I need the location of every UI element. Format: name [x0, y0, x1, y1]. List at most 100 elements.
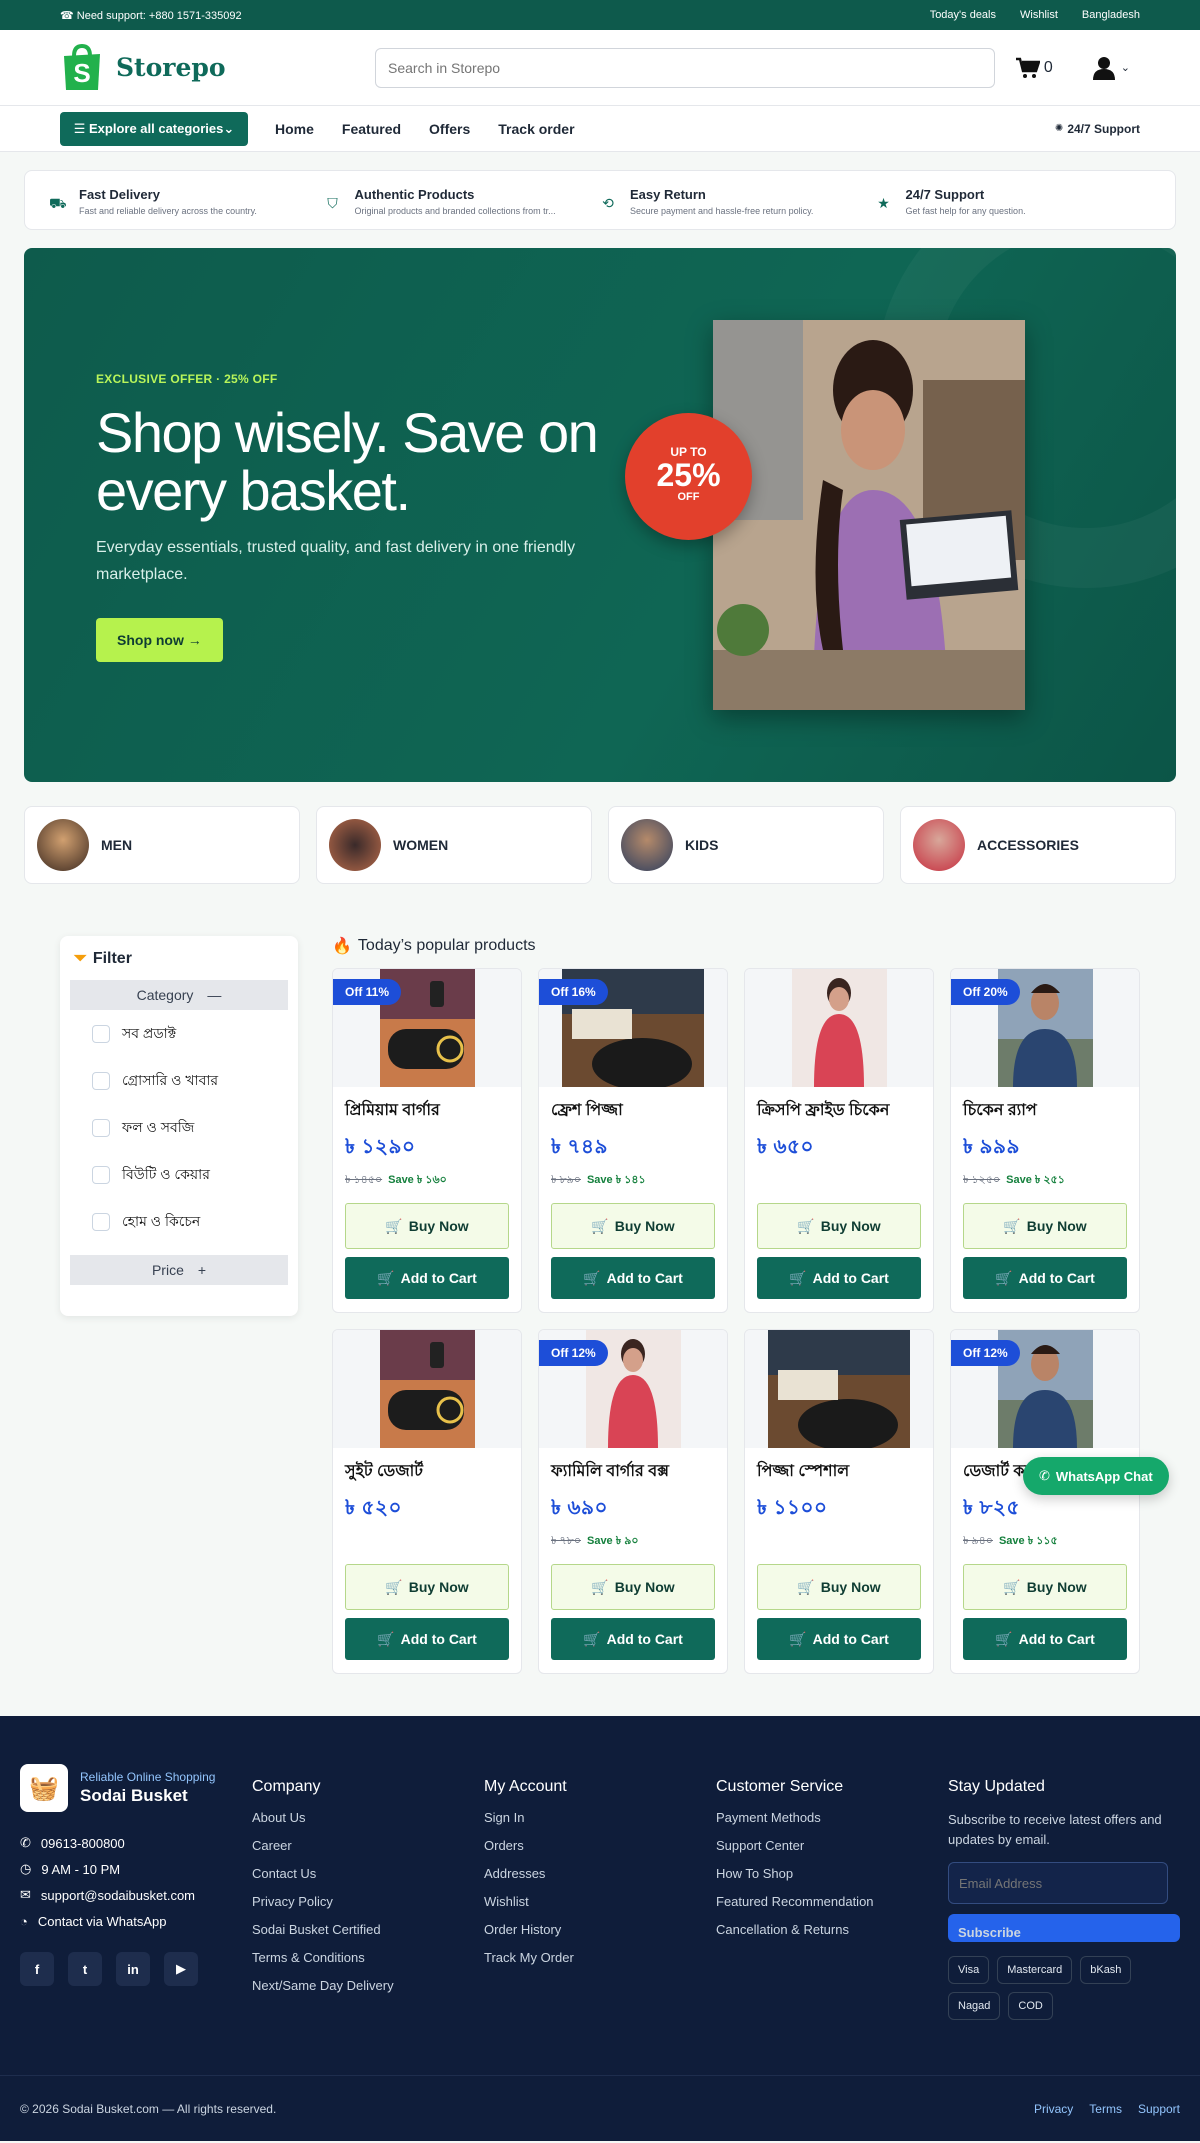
- buy-now-button[interactable]: 🛒 Buy Now: [757, 1564, 921, 1610]
- logo[interactable]: S Storepo: [60, 43, 375, 92]
- footer-link[interactable]: About Us: [252, 1810, 484, 1838]
- price-section-toggle[interactable]: Price +: [70, 1255, 288, 1285]
- buy-now-button[interactable]: 🛒 Buy Now: [551, 1564, 715, 1610]
- nav-featured[interactable]: Featured: [342, 121, 401, 137]
- footer-link[interactable]: Next/Same Day Delivery: [252, 1978, 484, 2006]
- footer-link[interactable]: Privacy Policy: [252, 1894, 484, 1922]
- youtube-icon[interactable]: ▶: [164, 1952, 198, 1986]
- buy-now-button[interactable]: 🛒 Buy Now: [345, 1203, 509, 1249]
- subscribe-button[interactable]: Subscribe: [948, 1914, 1180, 1942]
- product-card[interactable]: ক্রিসপি ফ্রাইড চিকেন ৳ ৬৫০ 🛒 Buy Now 🛒 Add to…: [744, 968, 934, 1313]
- fire-icon: 🔥: [332, 938, 352, 955]
- footer-link[interactable]: Addresses: [484, 1866, 716, 1894]
- buy-now-button[interactable]: 🛒 Buy Now: [551, 1203, 715, 1249]
- category-kids[interactable]: KIDS: [608, 806, 884, 884]
- filter-option[interactable]: গ্রোসারি ও খাবার: [70, 1057, 288, 1104]
- product-name[interactable]: প্রিমিয়াম বার্গার: [345, 1097, 521, 1124]
- product-card[interactable]: পিজ্জা স্পেশাল ৳ ১১০০ 🛒 Buy Now 🛒 Add to Cart: [744, 1329, 934, 1674]
- product-image[interactable]: [745, 1330, 933, 1448]
- product-name[interactable]: ফ্রেশ পিজ্জা: [551, 1097, 727, 1124]
- twitter-icon[interactable]: t: [68, 1952, 102, 1986]
- product-card[interactable]: সুইট ডেজার্ট ৳ ৫২০ 🛒 Buy Now 🛒 Add to Cart: [332, 1329, 522, 1674]
- wishlist-link[interactable]: Wishlist: [1020, 9, 1058, 21]
- footer-link[interactable]: Career: [252, 1838, 484, 1866]
- add-to-cart-button[interactable]: 🛒 Add to Cart: [757, 1618, 921, 1660]
- feature-support: ★ 24/7 Support Get fast help for any ques…: [876, 185, 1152, 216]
- footer-link[interactable]: Cancellation & Returns: [716, 1922, 948, 1950]
- add-to-cart-button[interactable]: 🛒 Add to Cart: [963, 1618, 1127, 1660]
- explore-categories-button[interactable]: ☰ Explore all categories⌄: [60, 111, 248, 146]
- category-section-toggle[interactable]: Category —: [70, 980, 288, 1010]
- checkbox[interactable]: [92, 1165, 110, 1184]
- product-card[interactable]: Off 12% ডেজার্ট কম ৳ ৮২৫ ৳ ৯৪০ Save ৳ ১১৫ 🛒 Bu…: [950, 1329, 1140, 1674]
- whatsapp-chat-button[interactable]: ✆ WhatsApp Chat: [1023, 1457, 1169, 1495]
- footer-link[interactable]: Contact Us: [252, 1866, 484, 1894]
- footer-link[interactable]: Terms & Conditions: [252, 1950, 484, 1978]
- add-to-cart-button[interactable]: 🛒 Add to Cart: [551, 1618, 715, 1660]
- footer-link[interactable]: Orders: [484, 1838, 716, 1866]
- search-input[interactable]: [375, 47, 995, 88]
- product-name[interactable]: ফ্যামিলি বার্গার বক্স: [551, 1458, 727, 1485]
- footer-link[interactable]: Support Center: [716, 1838, 948, 1866]
- nav-offers[interactable]: Offers: [429, 121, 470, 137]
- footer-link[interactable]: Featured Recommendation: [716, 1894, 948, 1922]
- add-to-cart-button[interactable]: 🛒 Add to Cart: [551, 1257, 715, 1299]
- category-label: ACCESSORIES: [977, 837, 1079, 853]
- account-menu[interactable]: ⌄: [1092, 56, 1130, 80]
- product-card[interactable]: Off 11% প্রিমিয়াম বার্গার ৳ ১২৯০ ৳ ১৪৫০ Sav…: [332, 968, 522, 1313]
- facebook-icon[interactable]: f: [20, 1952, 54, 1986]
- contact-phone[interactable]: ✆ 09613-800800: [20, 1830, 252, 1856]
- buy-now-button[interactable]: 🛒 Buy Now: [345, 1564, 509, 1610]
- footer-link[interactable]: Order History: [484, 1922, 716, 1950]
- contact-hours-text: 9 AM - 10 PM: [41, 1861, 121, 1877]
- footer-link[interactable]: Wishlist: [484, 1894, 716, 1922]
- product-card[interactable]: Off 16% ফ্রেশ পিজ্জা ৳ ৭৪৯ ৳ ৮৯০ Save ৳ ১৪১ 🛒…: [538, 968, 728, 1313]
- category-accessories[interactable]: ACCESSORIES: [900, 806, 1176, 884]
- footer-link[interactable]: Track My Order: [484, 1950, 716, 1978]
- nav-home[interactable]: Home: [275, 121, 314, 137]
- add-to-cart-button[interactable]: 🛒 Add to Cart: [963, 1257, 1127, 1299]
- footer-link[interactable]: Payment Methods: [716, 1810, 948, 1838]
- product-image[interactable]: [333, 1330, 521, 1448]
- buy-now-button[interactable]: 🛒 Buy Now: [963, 1203, 1127, 1249]
- terms-link[interactable]: Terms: [1089, 2102, 1122, 2116]
- todays-deals-link[interactable]: Today's deals: [930, 9, 996, 21]
- nav-track-order[interactable]: Track order: [498, 121, 574, 137]
- category-women[interactable]: WOMEN: [316, 806, 592, 884]
- footer-link[interactable]: Sign In: [484, 1810, 716, 1838]
- country-link[interactable]: Bangladesh: [1082, 9, 1140, 21]
- product-name[interactable]: পিজ্জা স্পেশাল: [757, 1458, 933, 1485]
- cart-plus-icon: 🛒: [583, 1630, 601, 1647]
- filter-option[interactable]: হোম ও কিচেন: [70, 1198, 288, 1245]
- filter-option[interactable]: সব প্রডাক্ট: [70, 1010, 288, 1057]
- filter-option[interactable]: বিউটি ও কেয়ার: [70, 1151, 288, 1198]
- shop-now-button[interactable]: Shop now →: [96, 618, 223, 662]
- email-field[interactable]: [948, 1862, 1168, 1904]
- linkedin-icon[interactable]: in: [116, 1952, 150, 1986]
- add-to-cart-button[interactable]: 🛒 Add to Cart: [757, 1257, 921, 1299]
- filter-option[interactable]: ফল ও সবজি: [70, 1104, 288, 1151]
- checkbox[interactable]: [92, 1118, 110, 1137]
- product-image[interactable]: [745, 969, 933, 1087]
- product-card[interactable]: Off 20% চিকেন র‍্যাপ ৳ ৯৯৯ ৳ ১২৫০ Save ৳ ২৫১…: [950, 968, 1140, 1313]
- product-name[interactable]: চিকেন র‍্যাপ: [963, 1097, 1139, 1124]
- buy-now-button[interactable]: 🛒 Buy Now: [963, 1564, 1127, 1610]
- product-card[interactable]: Off 12% ফ্যামিলি বার্গার বক্স ৳ ৬৯০ ৳ ৭৮০ Sa…: [538, 1329, 728, 1674]
- checkbox[interactable]: [92, 1071, 110, 1090]
- support-footer-link[interactable]: Support: [1138, 2102, 1180, 2116]
- checkbox[interactable]: [92, 1212, 110, 1231]
- footer-link[interactable]: Sodai Busket Certified: [252, 1922, 484, 1950]
- footer-link[interactable]: How To Shop: [716, 1866, 948, 1894]
- buy-now-button[interactable]: 🛒 Buy Now: [757, 1203, 921, 1249]
- contact-email[interactable]: ✉ support@sodaibusket.com: [20, 1882, 252, 1908]
- category-men[interactable]: MEN: [24, 806, 300, 884]
- add-to-cart-button[interactable]: 🛒 Add to Cart: [345, 1257, 509, 1299]
- support-link[interactable]: ✺ 24/7 Support: [1055, 122, 1140, 136]
- add-to-cart-button[interactable]: 🛒 Add to Cart: [345, 1618, 509, 1660]
- checkbox[interactable]: [92, 1024, 110, 1043]
- contact-whatsapp[interactable]: ◔ Contact via WhatsApp: [20, 1908, 252, 1934]
- privacy-link[interactable]: Privacy: [1034, 2102, 1073, 2116]
- product-name[interactable]: সুইট ডেজার্ট: [345, 1458, 521, 1485]
- cart-button[interactable]: 0: [1015, 57, 1053, 79]
- product-name[interactable]: ক্রিসপি ফ্রাইড চিকেন: [757, 1097, 933, 1124]
